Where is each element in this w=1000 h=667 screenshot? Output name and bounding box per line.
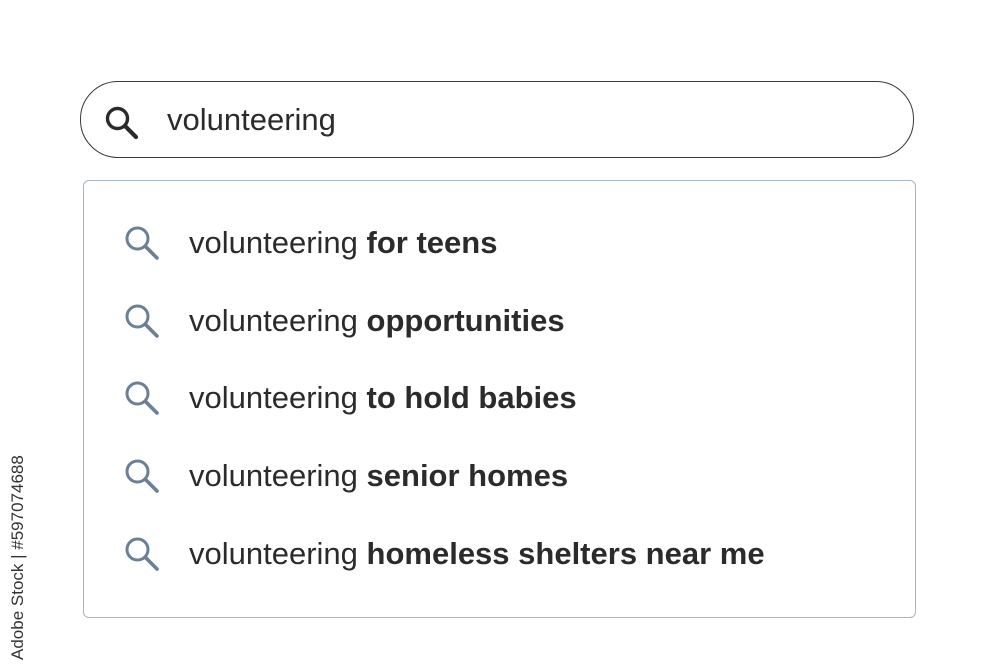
- suggestion-completion: homeless shelters near me: [366, 536, 765, 571]
- page: volunteering for teens volunteering oppo…: [0, 0, 1000, 667]
- suggestion-item[interactable]: volunteering to hold babies: [122, 373, 882, 423]
- suggestion-item[interactable]: volunteering for teens: [122, 218, 882, 268]
- stock-watermark: Adobe Stock | #597074688: [8, 430, 38, 660]
- search-icon: [122, 223, 162, 263]
- search-icon: [122, 378, 162, 418]
- suggestion-text: volunteering to hold babies: [189, 380, 577, 416]
- suggestion-item[interactable]: volunteering homeless shelters near me: [122, 529, 882, 579]
- suggestions-dropdown: volunteering for teens volunteering oppo…: [83, 180, 916, 618]
- search-icon: [122, 301, 162, 341]
- suggestion-text: volunteering for teens: [189, 225, 497, 261]
- suggestion-query: volunteering: [189, 536, 358, 571]
- suggestion-item[interactable]: volunteering opportunities: [122, 296, 882, 346]
- search-bar[interactable]: [80, 81, 914, 158]
- search-icon: [122, 456, 162, 496]
- stock-watermark-text: Adobe Stock | #597074688: [8, 455, 27, 660]
- suggestion-text: volunteering opportunities: [189, 303, 565, 339]
- suggestion-query: volunteering: [189, 225, 358, 260]
- suggestion-query: volunteering: [189, 380, 358, 415]
- suggestion-completion: senior homes: [366, 458, 569, 493]
- suggestion-completion: to hold babies: [366, 380, 577, 415]
- suggestion-text: volunteering homeless shelters near me: [189, 536, 765, 572]
- suggestion-query: volunteering: [189, 303, 358, 338]
- suggestion-completion: for teens: [366, 225, 498, 260]
- search-icon[interactable]: [103, 104, 141, 142]
- search-input[interactable]: [167, 96, 867, 144]
- search-icon: [122, 534, 162, 574]
- suggestion-completion: opportunities: [366, 303, 565, 338]
- suggestion-text: volunteering senior homes: [189, 458, 568, 494]
- suggestion-query: volunteering: [189, 458, 358, 493]
- suggestion-item[interactable]: volunteering senior homes: [122, 451, 882, 501]
